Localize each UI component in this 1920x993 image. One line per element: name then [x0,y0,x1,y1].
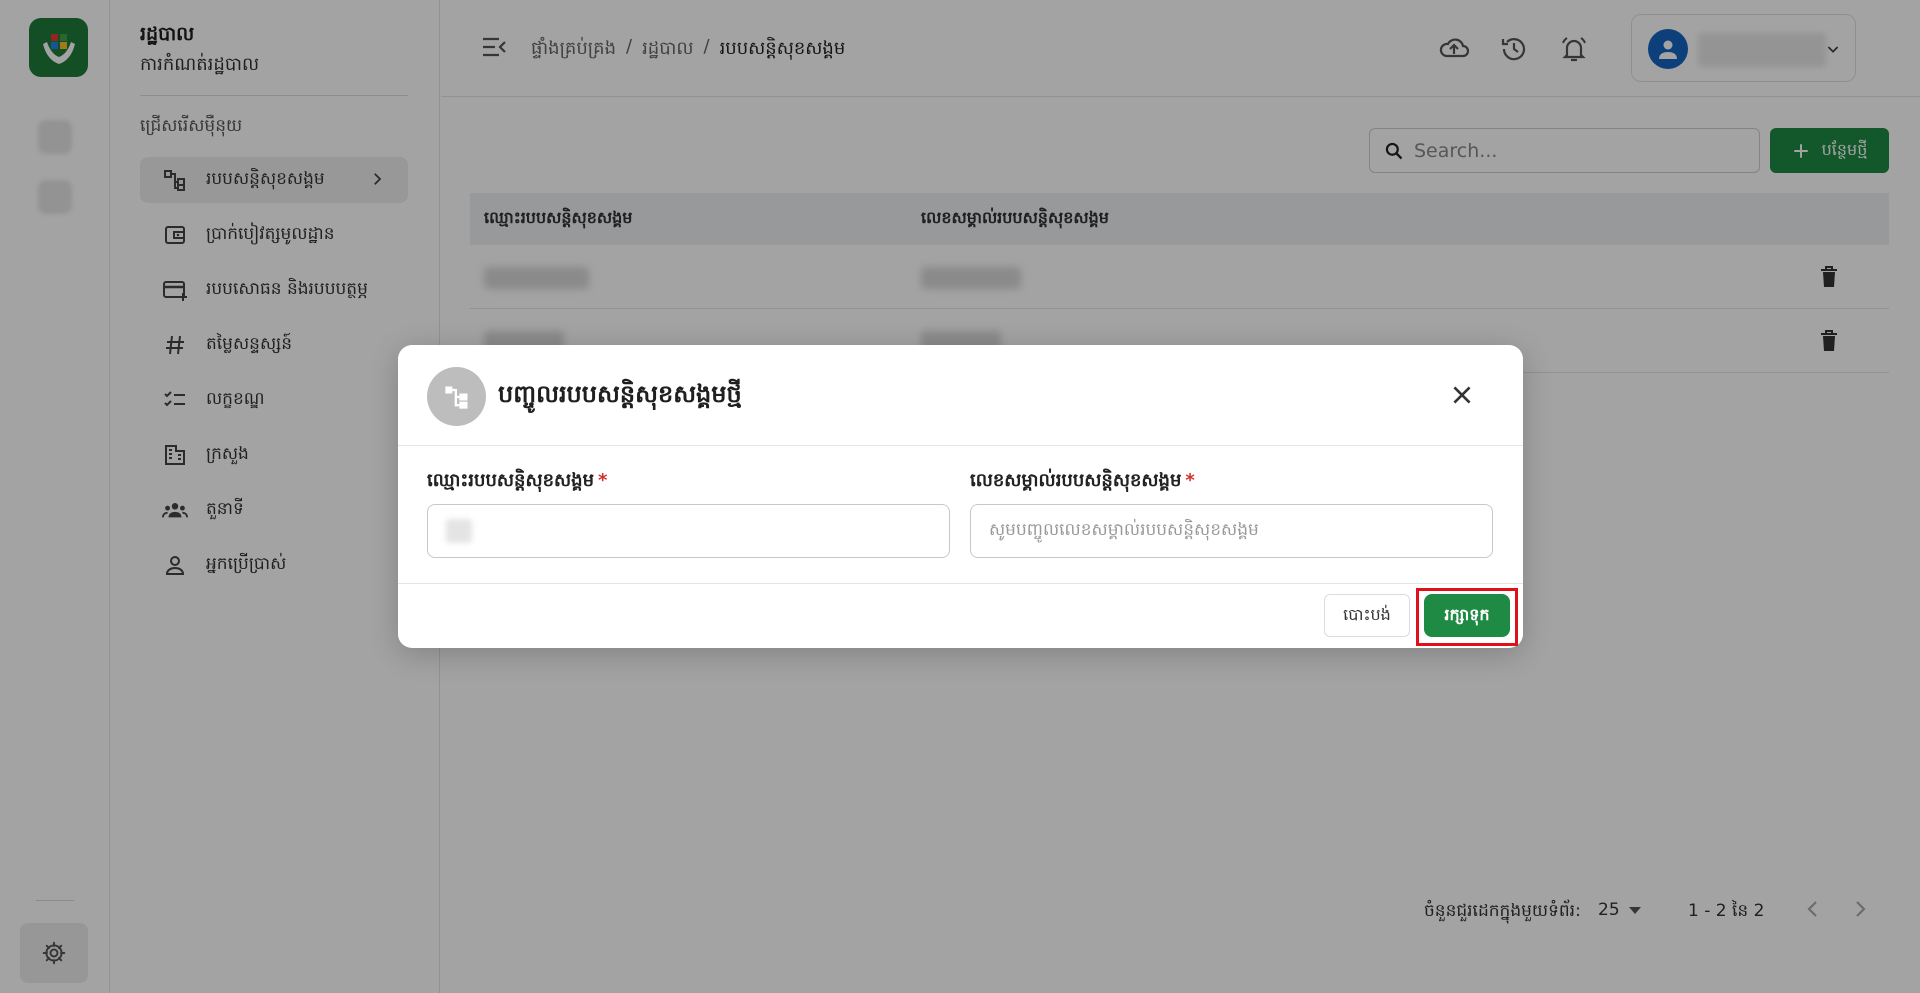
dialog-footer: បោះបង់ រក្សាទុក [398,584,1523,648]
name-field[interactable] [427,504,950,558]
required-mark: * [1185,470,1195,491]
dialog-body: ឈ្មោះរបបសន្តិសុខសង្គម * លេខសម្គាល់របបសន្ត… [398,446,1523,584]
close-icon[interactable] [1449,382,1475,412]
dialog-header: បញ្ចូលរបបសន្តិសុខសង្គមថ្មី [398,345,1523,446]
name-label-text: ឈ្មោះរបបសន្តិសុខសង្គម [427,470,594,491]
id-field[interactable]: សូមបញ្ចូលលេខសម្គាល់របបសន្តិសុខសង្គម [970,504,1493,558]
required-mark: * [598,470,608,491]
create-dialog: បញ្ចូលរបបសន្តិសុខសង្គមថ្មី ឈ្មោះរបបសន្តិ… [398,345,1523,648]
id-field-placeholder: សូមបញ្ចូលលេខសម្គាល់របបសន្តិសុខសង្គម [989,519,1259,540]
dialog-title: បញ្ចូលរបបសន្តិសុខសង្គមថ្មី [498,380,742,408]
hierarchy-icon [427,367,486,426]
save-button-highlight [1416,588,1518,646]
id-label-text: លេខសម្គាល់របបសន្តិសុខសង្គម [970,470,1182,491]
name-field-label: ឈ្មោះរបបសន្តិសុខសង្គម * [427,468,607,495]
cancel-button[interactable]: បោះបង់ [1324,594,1410,637]
name-value-blurred [446,519,472,543]
id-field-label: លេខសម្គាល់របបសន្តិសុខសង្គម * [970,468,1195,495]
